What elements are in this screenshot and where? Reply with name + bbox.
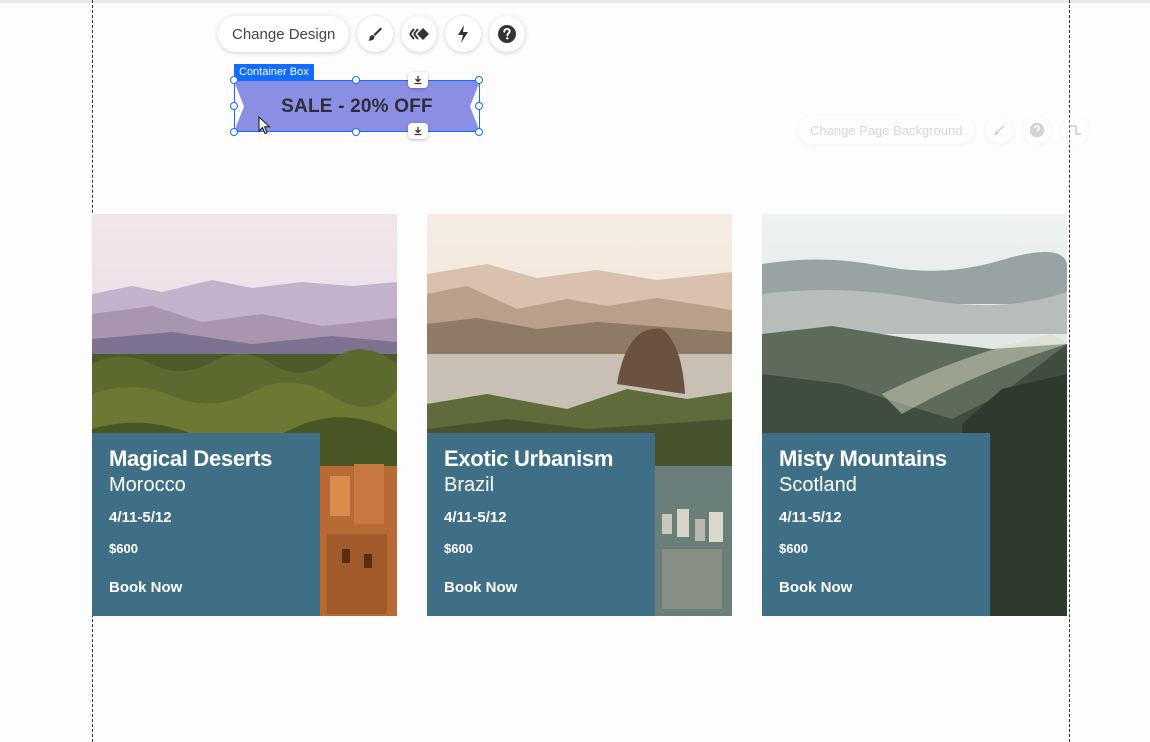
- trip-title: Exotic Urbanism: [444, 446, 614, 471]
- trip-card-brazil: Exotic Urbanism Brazil 4/11-5/12 $600 Bo…: [427, 214, 732, 616]
- help-icon[interactable]: [1022, 116, 1051, 144]
- mouse-cursor-icon: [258, 115, 272, 141]
- resize-handle-bottom-left[interactable]: [230, 128, 238, 136]
- resize-handle-top-right[interactable]: [475, 76, 483, 84]
- trip-title: Magical Deserts: [109, 446, 273, 471]
- brush-icon[interactable]: [357, 16, 394, 52]
- trip-info-panel: Magical Deserts Morocco 4/11-5/12 $600 B…: [92, 433, 320, 616]
- container-box-label: Container Box: [234, 64, 314, 80]
- brush-icon[interactable]: [984, 116, 1013, 144]
- trip-dates: 4/11-5/12: [779, 509, 842, 526]
- trip-price: $600: [109, 541, 138, 556]
- trip-location: Morocco: [109, 474, 186, 496]
- editor-top-bar: [0, 0, 1150, 3]
- element-toolbar: Change Design: [218, 15, 526, 53]
- trip-card-morocco: Magical Deserts Morocco 4/11-5/12 $600 B…: [92, 214, 397, 616]
- trip-dates: 4/11-5/12: [444, 509, 507, 526]
- trip-title: Misty Mountains: [779, 446, 947, 471]
- help-icon[interactable]: [489, 16, 526, 52]
- trip-card-scotland: Misty Mountains Scotland 4/11-5/12 $600 …: [762, 214, 1067, 616]
- trip-info-panel: Misty Mountains Scotland 4/11-5/12 $600 …: [762, 433, 990, 616]
- trip-price: $600: [779, 541, 808, 556]
- grid-guide-right: [1069, 0, 1070, 742]
- trip-price: $600: [444, 541, 473, 556]
- stretch-bottom-icon[interactable]: [408, 123, 428, 139]
- stretch-top-icon[interactable]: [408, 72, 428, 88]
- lightning-icon[interactable]: [445, 16, 482, 52]
- trip-dates: 4/11-5/12: [109, 509, 172, 526]
- resize-handle-left[interactable]: [230, 102, 238, 110]
- trip-location: Brazil: [444, 474, 495, 496]
- resize-handle-top[interactable]: [352, 76, 360, 84]
- trip-location: Scotland: [779, 474, 857, 496]
- book-now-link[interactable]: Book Now: [779, 579, 852, 596]
- trip-info-panel: Exotic Urbanism Brazil 4/11-5/12 $600 Bo…: [427, 433, 655, 616]
- book-now-link[interactable]: Book Now: [109, 579, 182, 596]
- resize-handle-bottom[interactable]: [352, 128, 360, 136]
- stretch-icon[interactable]: [1060, 116, 1089, 144]
- change-design-button[interactable]: Change Design: [218, 16, 350, 52]
- change-page-background-button[interactable]: Change Page Background: [798, 116, 975, 144]
- resize-handle-right[interactable]: [475, 102, 483, 110]
- resize-handle-top-left[interactable]: [230, 76, 238, 84]
- resize-handle-bottom-right[interactable]: [475, 128, 483, 136]
- animation-icon[interactable]: [401, 16, 438, 52]
- book-now-link[interactable]: Book Now: [444, 579, 517, 596]
- page-background-toolbar: Change Page Background: [798, 116, 1089, 144]
